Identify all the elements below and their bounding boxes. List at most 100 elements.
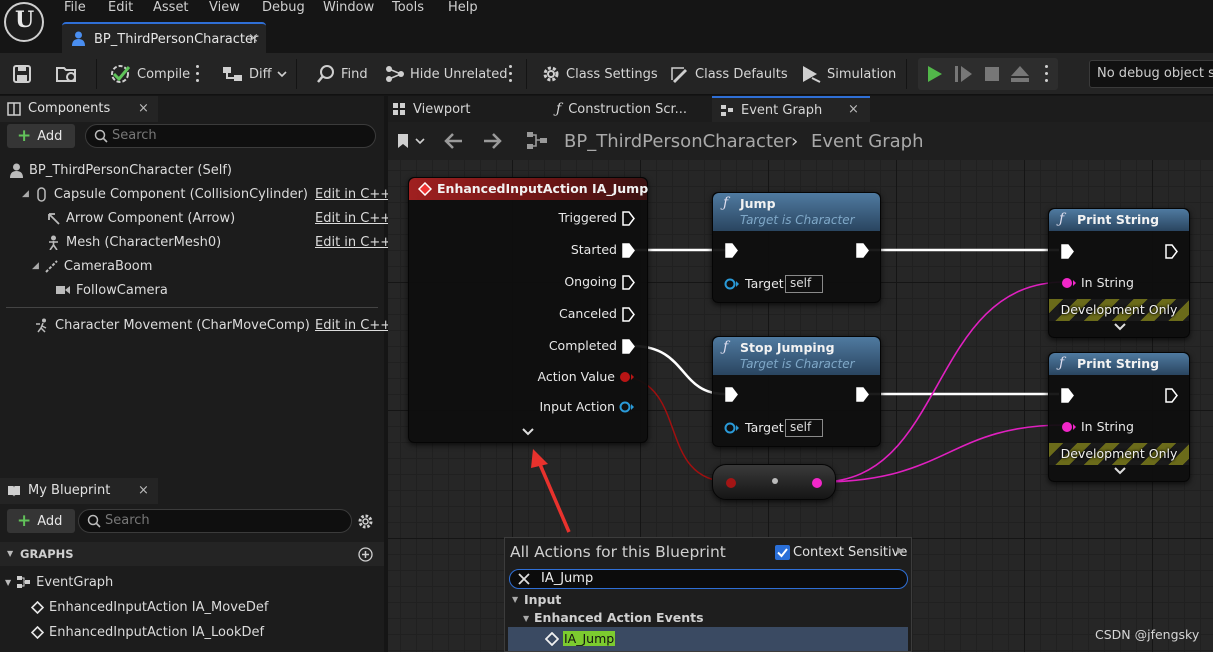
breadcrumb-blueprint[interactable]: BP_ThirdPersonCharacter xyxy=(564,131,791,152)
clear-x-icon[interactable] xyxy=(518,573,530,585)
bookmark-icon[interactable] xyxy=(396,133,410,149)
components-close-icon[interactable]: × xyxy=(138,101,149,116)
expand-arrow-icon[interactable]: ◢ xyxy=(22,189,29,199)
settings-gear-icon[interactable] xyxy=(357,513,374,530)
collapse-arrow-icon[interactable]: ▼ xyxy=(512,595,518,604)
tab-construction-script[interactable]: ƒ Construction Scr... xyxy=(556,96,687,122)
exec-pin-icon[interactable] xyxy=(622,243,635,258)
simulation-button[interactable]: Simulation xyxy=(800,64,896,84)
breadcrumb-graph[interactable]: Event Graph xyxy=(811,131,924,152)
action-search-input[interactable]: IA_Jump xyxy=(509,569,908,589)
menu-debug[interactable]: Debug xyxy=(262,0,305,18)
forward-arrow-icon[interactable] xyxy=(482,132,502,150)
document-tab-close-icon[interactable]: × xyxy=(248,31,259,46)
back-arrow-icon[interactable] xyxy=(444,132,464,150)
my-blueprint-add-button[interactable]: + Add xyxy=(7,509,75,533)
menu-file[interactable]: File xyxy=(64,0,86,18)
string-pin-icon[interactable] xyxy=(1061,277,1077,289)
menu-window[interactable]: Window xyxy=(323,0,374,18)
compile-button[interactable]: Compile xyxy=(110,64,190,84)
stop-icon[interactable] xyxy=(984,66,1000,82)
exec-in-pin-icon[interactable] xyxy=(1061,244,1074,259)
menu-view[interactable]: View xyxy=(209,0,240,18)
exec-out-pin-icon[interactable] xyxy=(856,387,869,402)
menu-asset[interactable]: Asset xyxy=(153,0,189,18)
browse-folder-icon[interactable] xyxy=(55,64,79,84)
exec-pin-icon[interactable] xyxy=(622,275,635,290)
action-result-ia-jump[interactable]: IA_Jump xyxy=(508,627,908,651)
node-stop-jumping[interactable]: ƒ Stop Jumping Target is Character Targe… xyxy=(712,336,881,447)
object-pin-icon[interactable] xyxy=(619,401,635,413)
my-blueprint-tab[interactable]: My Blueprint × xyxy=(0,478,158,504)
unreal-logo-icon[interactable]: U xyxy=(4,2,44,42)
component-item-mesh[interactable]: Mesh (CharacterMesh0) xyxy=(46,231,221,253)
exec-out-pin-icon[interactable] xyxy=(1165,244,1178,259)
node-jump[interactable]: ƒ Jump Target is Character Target self xyxy=(712,192,881,303)
save-icon[interactable] xyxy=(12,64,32,84)
expand-advanced-icon[interactable] xyxy=(522,428,534,436)
action-subcategory[interactable]: Enhanced Action Events xyxy=(534,610,704,625)
action-category-input[interactable]: Input xyxy=(524,592,561,607)
graph-event-item[interactable]: EnhancedInputAction IA_LookDef xyxy=(31,621,264,643)
target-self-value[interactable]: self xyxy=(785,275,823,293)
step-icon[interactable] xyxy=(954,65,974,83)
exec-in-pin-icon[interactable] xyxy=(725,387,738,402)
my-blueprint-close-icon[interactable]: × xyxy=(138,483,149,498)
chevron-down-icon[interactable] xyxy=(415,137,425,145)
edit-in-cpp-link[interactable]: Edit in C++ xyxy=(315,187,391,202)
object-pin-icon[interactable] xyxy=(724,422,740,434)
struct-pin-icon[interactable] xyxy=(725,477,737,489)
component-item-charmove[interactable]: Character Movement (CharMoveComp) xyxy=(35,314,310,336)
exec-pin-icon[interactable] xyxy=(622,307,635,322)
class-defaults-button[interactable]: Class Defaults xyxy=(670,64,788,84)
tab-event-graph[interactable]: Event Graph × xyxy=(712,96,870,122)
find-button[interactable]: Find xyxy=(316,64,368,84)
exec-pin-icon[interactable] xyxy=(622,339,635,354)
hide-unrelated-options-icon[interactable] xyxy=(509,65,513,83)
string-pin-icon[interactable] xyxy=(811,477,824,489)
tab-viewport[interactable]: Viewport xyxy=(392,96,471,122)
document-tab[interactable]: BP_ThirdPersonCharacter × xyxy=(62,22,266,53)
graphs-section-header[interactable]: ▼ GRAPHS xyxy=(0,542,384,566)
exec-in-pin-icon[interactable] xyxy=(1061,388,1074,403)
struct-pin-icon[interactable] xyxy=(619,371,635,383)
expand-advanced-icon[interactable] xyxy=(1114,467,1126,475)
target-self-value[interactable]: self xyxy=(785,419,823,437)
string-pin-icon[interactable] xyxy=(1061,421,1077,433)
edit-in-cpp-link[interactable]: Edit in C++ xyxy=(315,318,391,333)
exec-out-pin-icon[interactable] xyxy=(856,243,869,258)
node-print-string-1[interactable]: ƒ Print String In String Development Onl… xyxy=(1048,208,1190,338)
components-search-input[interactable]: Search xyxy=(85,124,376,148)
exec-out-pin-icon[interactable] xyxy=(1165,388,1178,403)
compile-options-icon[interactable] xyxy=(196,65,200,83)
node-conversion[interactable] xyxy=(712,464,836,500)
debug-object-select[interactable]: No debug object selected xyxy=(1089,60,1213,88)
expand-arrow-icon[interactable]: ◢ xyxy=(32,261,39,271)
node-print-string-2[interactable]: ƒ Print String In String Development Onl… xyxy=(1048,352,1190,482)
exec-in-pin-icon[interactable] xyxy=(725,243,738,258)
node-enhanced-input-action[interactable]: EnhancedInputAction IA_Jump Triggered St… xyxy=(408,177,648,443)
hide-unrelated-button[interactable]: Hide Unrelated xyxy=(385,64,508,84)
diff-button[interactable]: Diff xyxy=(222,64,287,84)
collapse-arrow-icon[interactable]: ▼ xyxy=(523,614,529,623)
components-add-button[interactable]: + Add xyxy=(7,124,75,148)
component-item-self[interactable]: BP_ThirdPersonCharacter (Self) xyxy=(9,159,232,181)
menu-help[interactable]: Help xyxy=(448,0,478,18)
class-settings-button[interactable]: Class Settings xyxy=(541,64,658,84)
context-sensitive-checkbox[interactable] xyxy=(775,545,790,560)
menu-tools[interactable]: Tools xyxy=(392,0,424,18)
play-options-icon[interactable] xyxy=(1045,65,1049,83)
eject-icon[interactable] xyxy=(1010,65,1030,83)
graph-event-item[interactable]: EnhancedInputAction IA_MoveDef xyxy=(31,596,268,618)
component-item-cameraboom[interactable]: ◢ CameraBoom xyxy=(32,255,152,277)
play-icon[interactable] xyxy=(926,65,944,83)
edit-in-cpp-link[interactable]: Edit in C++ xyxy=(315,235,391,250)
my-blueprint-search-input[interactable]: Search xyxy=(78,509,352,533)
component-item-arrow[interactable]: Arrow Component (Arrow) xyxy=(46,207,235,229)
component-item-capsule[interactable]: ◢ Capsule Component (CollisionCylinder) xyxy=(22,183,308,205)
add-graph-icon[interactable] xyxy=(358,547,373,562)
object-pin-icon[interactable] xyxy=(724,278,740,290)
component-item-followcamera[interactable]: FollowCamera xyxy=(55,279,168,301)
exec-pin-icon[interactable] xyxy=(622,211,635,226)
chevron-right-icon[interactable]: ▶ xyxy=(897,546,904,556)
